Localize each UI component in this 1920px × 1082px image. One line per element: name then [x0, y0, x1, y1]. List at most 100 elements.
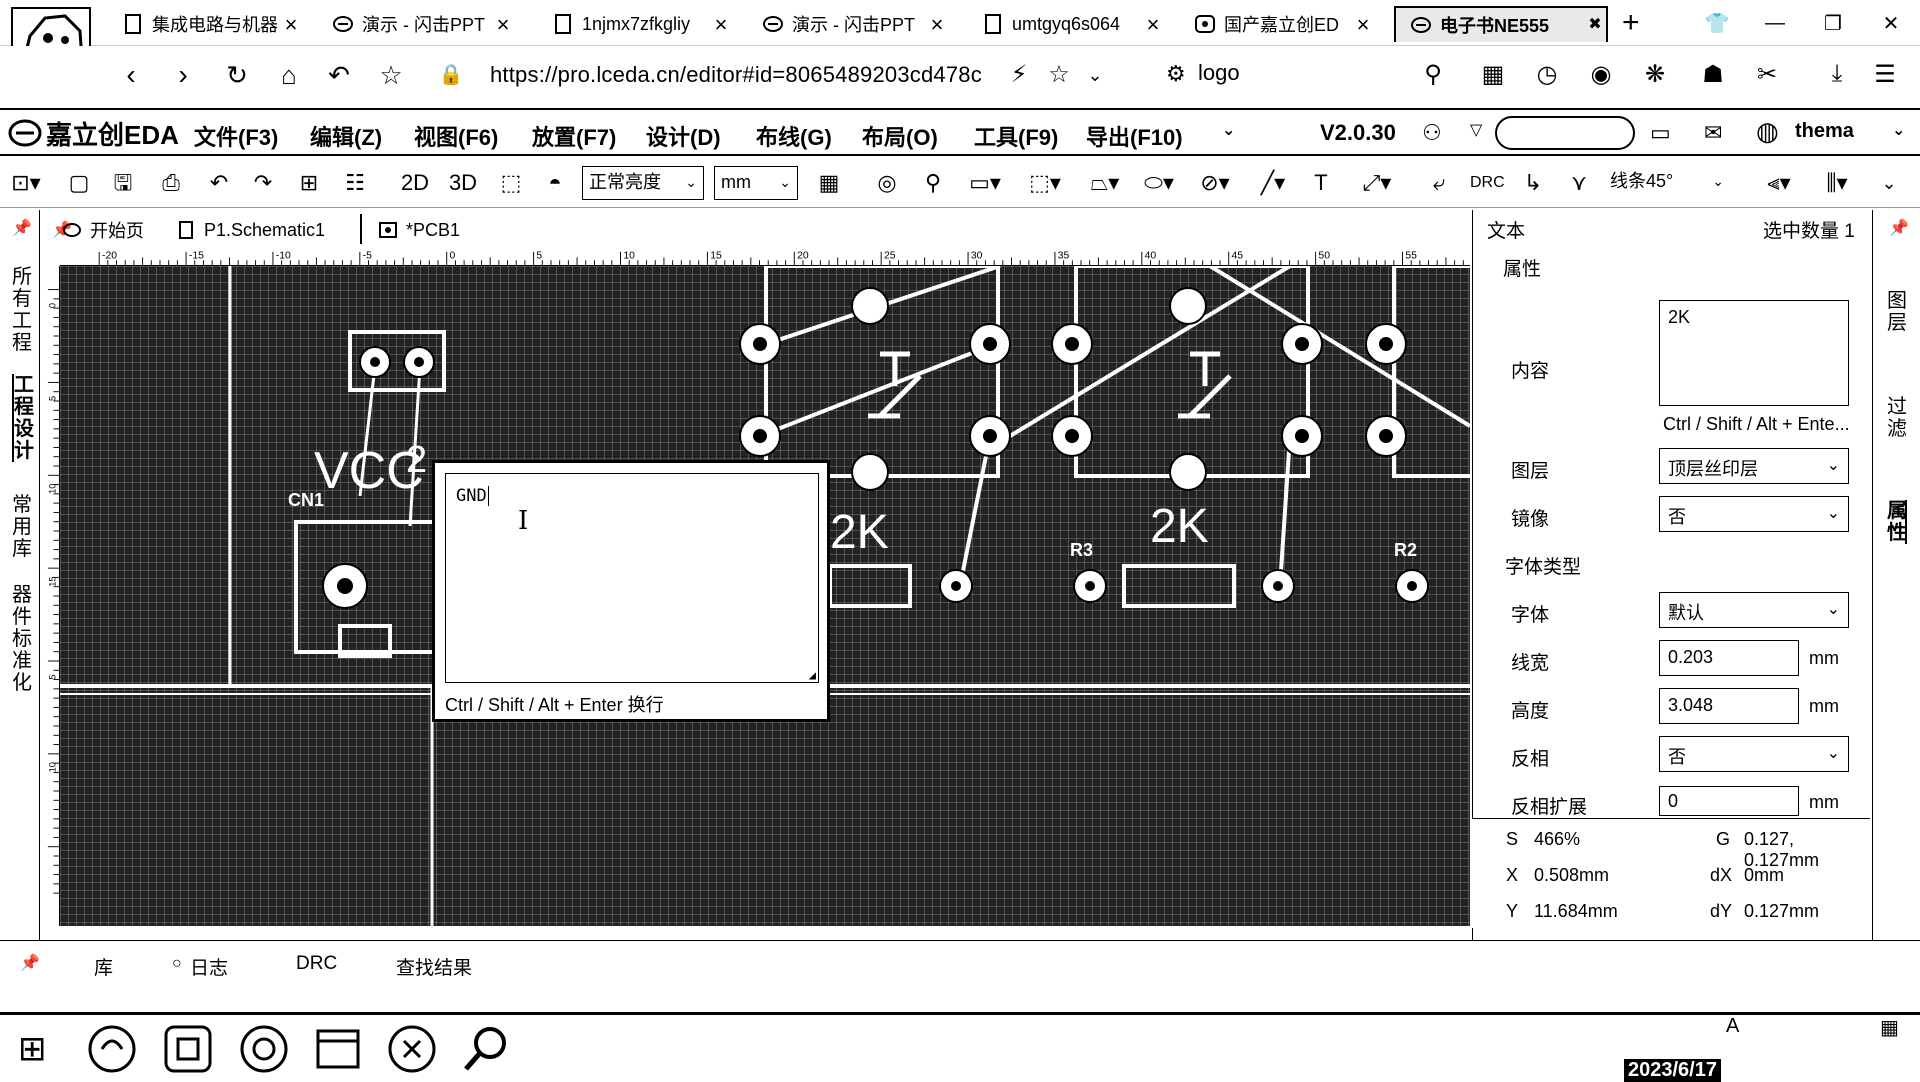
clock-icon[interactable]: ◷ — [1532, 60, 1562, 90]
linewidth-input[interactable]: 0.203 — [1659, 640, 1799, 676]
select-tool-icon[interactable]: ⊡▾ — [8, 168, 44, 198]
task-app-icon[interactable] — [86, 1023, 138, 1075]
browser-tab-3[interactable]: 1njmx7zfkgliy × — [552, 6, 732, 42]
rect-tool-icon[interactable]: ▭▾ — [962, 168, 1008, 198]
menu-edit[interactable]: 编辑(Z) — [310, 120, 382, 152]
import-icon[interactable]: ⤶ — [1424, 168, 1454, 198]
star-icon[interactable]: ☆ — [376, 60, 406, 90]
tab-all-projects[interactable]: 所有工程 — [12, 266, 32, 354]
browser-tab-5[interactable]: umtgyq6s064 × — [982, 6, 1164, 42]
mirror-select[interactable]: 否 ⌄ — [1659, 496, 1849, 532]
new-file-icon[interactable]: ▢ — [64, 168, 94, 198]
scissors-icon[interactable]: ✂ — [1752, 60, 1782, 90]
label-cn1[interactable]: CN1 — [288, 490, 324, 510]
content-textarea[interactable]: 2K — [1659, 300, 1849, 406]
brightness-select[interactable]: 正常亮度 ⌄ — [582, 166, 704, 200]
brightness-icon[interactable]: ◓ — [540, 168, 570, 198]
resize-handle-icon[interactable]: ◢ — [809, 668, 816, 682]
view-3d-button[interactable]: 3D — [446, 168, 480, 198]
close-window-icon[interactable]: ✕ — [1862, 11, 1920, 36]
tab-project-design[interactable]: 工程设计 — [12, 374, 34, 462]
via-icon[interactable]: ◎ — [872, 168, 902, 198]
text-edit-input[interactable]: GND​ I ◢ — [445, 473, 819, 683]
browser-tab-7-active[interactable]: 电子书NE555 ✖ — [1394, 6, 1608, 42]
bookmark-star-icon[interactable]: ☆ — [1044, 60, 1074, 90]
openai-icon[interactable]: ❋ — [1640, 60, 1670, 90]
screen-icon[interactable]: ▭ — [1650, 120, 1671, 146]
height-input[interactable]: 3.048 — [1659, 688, 1799, 724]
polygon-tool-icon[interactable]: ⏢▾ — [1082, 168, 1128, 198]
invert-ext-input[interactable]: 0 — [1659, 786, 1799, 816]
more-icon[interactable]: ⌄ — [1222, 120, 1235, 140]
grid-view-icon[interactable]: ⊞ — [294, 168, 324, 198]
tab-filter[interactable]: 过滤 — [1887, 396, 1907, 440]
shirt-icon[interactable]: 👕 — [1688, 11, 1746, 36]
undo-icon[interactable]: ↶ — [204, 168, 234, 198]
menu-place[interactable]: 放置(F7) — [532, 120, 616, 152]
app-logo[interactable]: 嘉立创EDA — [8, 116, 179, 150]
back-icon[interactable]: ‹ — [116, 60, 146, 90]
tab-drc[interactable]: DRC — [296, 953, 337, 975]
close-icon[interactable]: × — [710, 12, 732, 38]
camera-icon[interactable]: ⎙ — [156, 168, 186, 198]
tray-grid-icon[interactable]: ▦ — [1880, 1015, 1899, 1040]
pin-icon[interactable]: ⚲ — [918, 168, 948, 198]
menu-file[interactable]: 文件(F3) — [194, 120, 278, 152]
diff-route-icon[interactable]: ⋎ — [1564, 168, 1594, 198]
pcb-canvas[interactable]: VCC 2 CN1 2K 2K R3 R2 GND​ I ◢ Ctrl / Sh… — [60, 266, 1470, 926]
menu-export[interactable]: 导出(F10) — [1086, 120, 1183, 152]
logo-button[interactable]: logo — [1198, 60, 1240, 86]
layer-select[interactable]: 顶层丝印层 ⌄ — [1659, 448, 1849, 484]
reload-icon[interactable]: ↻ — [222, 60, 252, 90]
view-2d-button[interactable]: 2D — [398, 168, 432, 198]
windows-start-icon[interactable]: ⊞ — [18, 1029, 47, 1069]
url-text[interactable]: https://pro.lceda.cn/editor#id=806548920… — [490, 62, 982, 88]
tab-library[interactable]: 库 — [94, 953, 113, 980]
chevron-down-icon[interactable]: ▽ — [1470, 120, 1482, 140]
label-2k-r3[interactable]: 2K — [1150, 500, 1209, 553]
grid-toggle-icon[interactable]: ▦ — [814, 168, 844, 198]
close-icon[interactable]: × — [1142, 12, 1164, 38]
task-app-icon[interactable] — [162, 1023, 214, 1075]
chevron-down-icon[interactable]: ⌄ — [1874, 168, 1904, 198]
doc-tab-schematic[interactable]: P1.Schematic1 — [176, 216, 325, 244]
download-circle-icon[interactable]: ◉ — [1586, 60, 1616, 90]
save-icon[interactable]: 🖫 — [108, 168, 138, 198]
close-icon[interactable]: ✖ — [1584, 14, 1606, 34]
drc-button[interactable]: DRC — [1470, 168, 1505, 198]
align-icon[interactable]: ⫷▾ — [1756, 168, 1802, 198]
browser-tab-2[interactable]: 演示 - 闪击PPT × — [332, 6, 514, 42]
list-icon[interactable]: ☷ — [340, 168, 370, 198]
label-r3[interactable]: R3 — [1070, 540, 1093, 560]
no-tool-icon[interactable]: ⊘▾ — [1192, 168, 1238, 198]
lock-icon[interactable]: 🔒 — [436, 60, 466, 90]
pin-icon[interactable]: 📌 — [12, 218, 32, 238]
route-icon[interactable]: ↳ — [1518, 168, 1548, 198]
browser-tab-6[interactable]: 国产嘉立创ED × — [1194, 6, 1374, 42]
label-2[interactable]: 2 — [406, 439, 427, 481]
invert-select[interactable]: 否 ⌄ — [1659, 736, 1849, 772]
menu-route[interactable]: 布线(G) — [756, 120, 832, 152]
team-selector[interactable] — [1495, 116, 1635, 150]
measure-tool-icon[interactable]: ⤢▾ — [1354, 168, 1400, 198]
distribute-icon[interactable]: ⫼▾ — [1814, 168, 1860, 198]
chevron-down-icon[interactable]: ⌄ — [1892, 120, 1905, 140]
text-tool-icon[interactable]: T — [1306, 168, 1336, 198]
pin-icon[interactable]: 📌 — [1889, 218, 1909, 238]
forward-icon[interactable]: › — [168, 60, 198, 90]
font-select[interactable]: 默认 ⌄ — [1659, 592, 1849, 628]
tab-layers[interactable]: 图层 — [1887, 290, 1907, 334]
download-icon[interactable]: ⤓ — [1822, 60, 1852, 90]
tab-log[interactable]: 日志 — [190, 953, 228, 980]
menu-design[interactable]: 设计(D) — [646, 120, 721, 152]
tab-common-library[interactable]: 常用库 — [12, 494, 32, 560]
message-icon[interactable]: ✉ — [1704, 120, 1722, 146]
restore-icon[interactable]: ❐ — [1804, 11, 1862, 36]
route-angle-select[interactable]: 线条45° ⌄ — [1604, 166, 1730, 200]
cat-icon[interactable]: ☗ — [1698, 60, 1728, 90]
ellipse-tool-icon[interactable]: ⬭▾ — [1136, 168, 1182, 198]
home-icon[interactable]: ⌂ — [274, 60, 304, 90]
tray-font-icon[interactable]: A — [1726, 1015, 1739, 1038]
grid-icon[interactable]: ▦ — [1478, 60, 1508, 90]
task-app-icon[interactable] — [312, 1023, 364, 1075]
